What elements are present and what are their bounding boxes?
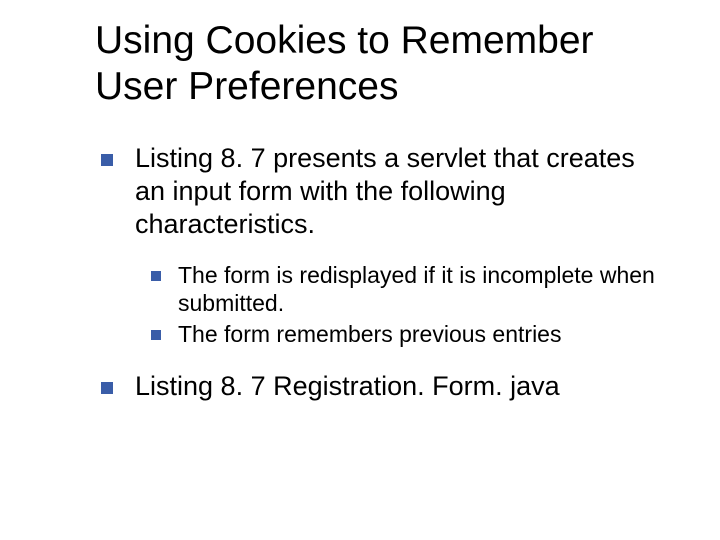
slide-title: Using Cookies to Remember User Preferenc… bbox=[95, 18, 665, 110]
list-item: The form remembers previous entries bbox=[145, 320, 665, 348]
bullet-text: The form is redisplayed if it is incompl… bbox=[178, 262, 655, 316]
bullet-list-level2: The form is redisplayed if it is incompl… bbox=[135, 261, 665, 348]
list-item: The form is redisplayed if it is incompl… bbox=[145, 261, 665, 317]
slide: Using Cookies to Remember User Preferenc… bbox=[0, 0, 720, 540]
bullet-list-level1: Listing 8. 7 presents a servlet that cre… bbox=[95, 142, 665, 403]
bullet-text: The form remembers previous entries bbox=[178, 321, 561, 347]
list-item: Listing 8. 7 Registration. Form. java bbox=[95, 370, 665, 403]
bullet-text: Listing 8. 7 Registration. Form. java bbox=[135, 371, 560, 401]
bullet-text: Listing 8. 7 presents a servlet that cre… bbox=[135, 143, 635, 239]
list-item: Listing 8. 7 presents a servlet that cre… bbox=[95, 142, 665, 348]
